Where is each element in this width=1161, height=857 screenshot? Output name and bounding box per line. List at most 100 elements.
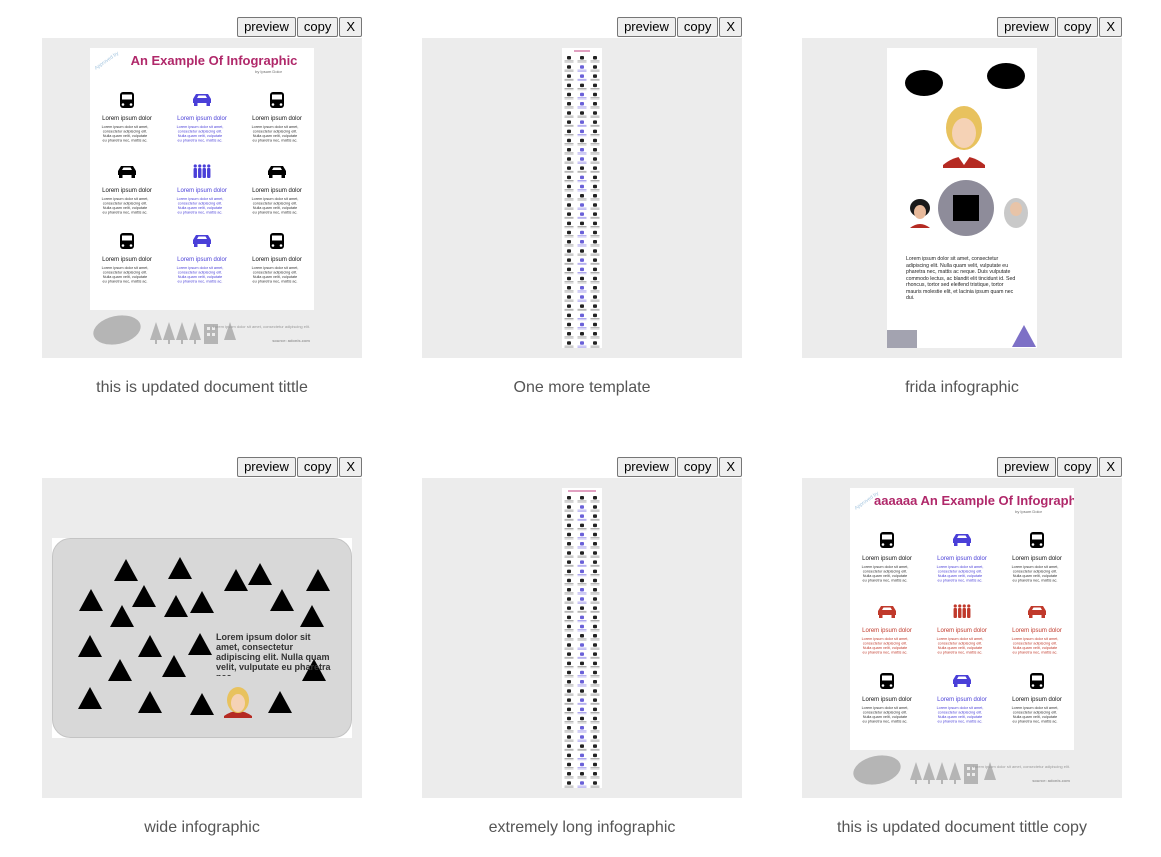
bus-item: Lorem ipsum dolor Lorem ipsum dolor sit a… [102, 92, 152, 143]
template-thumbnail[interactable] [422, 38, 742, 358]
infographic-heading: An Example Of Infographic [131, 53, 298, 68]
svg-text:Lorem ipsum dolor sit amet,: Lorem ipsum dolor sit amet, [177, 266, 224, 270]
close-button[interactable]: X [339, 457, 362, 477]
car-mini-icon [577, 643, 587, 650]
bus-mini-icon [590, 588, 600, 595]
car-mini-icon [577, 707, 587, 715]
car-mini-icon [577, 716, 587, 724]
people-item: Lorem ipsum dolor Lorem ipsum dolor sit a… [177, 164, 227, 215]
car-mini-icon [577, 258, 587, 265]
frida-portrait-icon [910, 199, 930, 228]
bus-mini-icon [564, 56, 574, 63]
bus-mini-icon [564, 772, 574, 779]
svg-text:Lorem ipsum dolor: Lorem ipsum dolor [177, 188, 227, 194]
svg-text:eu pharetra nec, mattis ac.: eu pharetra nec, mattis ac. [938, 651, 983, 655]
bus-mini-icon [590, 578, 600, 586]
bus-mini-icon [564, 698, 574, 705]
copy-button[interactable]: copy [296, 457, 339, 477]
copy-button[interactable]: copy [676, 17, 719, 37]
preview-button[interactable]: preview [237, 457, 296, 477]
svg-text:eu pharetra nec, mattis ac.: eu pharetra nec, mattis ac. [178, 139, 223, 143]
bus-mini-icon [564, 341, 574, 348]
bus-mini-icon [564, 551, 574, 558]
bus-mini-icon [590, 542, 600, 549]
close-button[interactable]: X [1099, 17, 1122, 37]
template-thumbnail[interactable]: Lorem ipsum dolor sit amet, consectetur … [42, 478, 362, 798]
svg-text:consectetur adipiscing elit.: consectetur adipiscing elit. [253, 202, 298, 206]
bus-mini-icon [590, 341, 600, 348]
copy-button[interactable]: copy [1056, 457, 1099, 477]
preview-button[interactable]: preview [617, 457, 676, 477]
preview-button[interactable]: preview [997, 17, 1056, 37]
bus-mini-icon [590, 56, 600, 63]
bus-mini-icon [590, 332, 600, 339]
close-button[interactable]: X [719, 457, 742, 477]
car-mini-icon [577, 781, 587, 788]
close-button[interactable]: X [1099, 457, 1122, 477]
car-mini-icon [577, 304, 587, 311]
svg-text:Lorem ipsum dolor: Lorem ipsum dolor [102, 257, 152, 263]
bus-mini-icon [564, 505, 574, 512]
bus-mini-icon [564, 267, 574, 275]
long-infographic-sheet [562, 48, 602, 348]
svg-text:consectetur adipiscing elit.: consectetur adipiscing elit. [863, 642, 908, 646]
bus-mini-icon [590, 560, 600, 567]
bus-mini-icon [590, 286, 600, 293]
svg-text:Lorem ipsum dolor sit amet,: Lorem ipsum dolor sit amet, [937, 637, 984, 641]
template-title: frida infographic [905, 379, 1019, 396]
bus-mini-icon [590, 295, 600, 302]
svg-text:eu pharetra nec, mattis ac.: eu pharetra nec, mattis ac. [863, 579, 908, 583]
template-thumbnail[interactable]: Lorem ipsum dolor sit amet, consectetur … [802, 38, 1122, 358]
svg-text:Lorem ipsum dolor: Lorem ipsum dolor [937, 628, 987, 634]
preview-button[interactable]: preview [997, 457, 1056, 477]
bus-mini-icon [590, 65, 600, 72]
bus-mini-icon [590, 102, 600, 109]
bus-mini-icon [590, 753, 600, 761]
bus-mini-icon [564, 322, 574, 330]
wide-body-text: Lorem ipsum dolor sit amet, consectetur … [216, 632, 331, 676]
bus-mini-icon [590, 569, 600, 577]
svg-text:Nulla quam velit, vulputate: Nulla quam velit, vulputate [863, 715, 908, 719]
preview-button[interactable]: preview [237, 17, 296, 37]
bus-mini-icon [564, 83, 574, 91]
wide-sheet: Lorem ipsum dolor sit amet, consectetur … [52, 538, 352, 738]
bus-mini-icon [564, 276, 574, 284]
svg-text:consectetur adipiscing elit.: consectetur adipiscing elit. [103, 202, 148, 206]
infographic-byline: by Ipsum Dolor [255, 69, 283, 74]
svg-text:eu pharetra nec, mattis ac.: eu pharetra nec, mattis ac. [938, 720, 983, 724]
svg-text:eu pharetra nec, mattis ac.: eu pharetra nec, mattis ac. [863, 720, 908, 724]
bus-mini-icon [590, 726, 600, 733]
car-mini-icon [577, 551, 587, 558]
copy-button[interactable]: copy [1056, 17, 1099, 37]
preview-button[interactable]: preview [617, 17, 676, 37]
car-item: Lorem ipsum dolor Lorem ipsum dolor sit a… [177, 94, 227, 143]
car-item: Lorem ipsum dolor Lorem ipsum dolor sit a… [937, 534, 987, 583]
close-button[interactable]: X [339, 17, 362, 37]
bus-mini-icon [590, 203, 600, 210]
car-mini-icon [577, 634, 587, 641]
car-mini-icon [577, 670, 587, 678]
bus-mini-icon [590, 606, 600, 613]
bus-mini-icon [590, 762, 600, 770]
bus-mini-icon [564, 652, 574, 659]
svg-text:Nulla quam velit, vulputate: Nulla quam velit, vulputate [253, 206, 298, 210]
bus-mini-icon [590, 772, 600, 779]
bus-mini-icon [590, 166, 600, 173]
car-mini-icon [577, 661, 587, 669]
close-button[interactable]: X [719, 17, 742, 37]
car-mini-icon [577, 194, 587, 201]
template-thumbnail[interactable]: Approved by aaaaaa An Example Of Infogra… [802, 478, 1122, 798]
svg-text:consectetur adipiscing elit.: consectetur adipiscing elit. [103, 271, 148, 275]
bus-mini-icon [564, 313, 574, 321]
bus-mini-icon [564, 332, 574, 339]
bus-mini-icon [590, 735, 600, 742]
svg-text:eu pharetra nec, mattis ac.: eu pharetra nec, mattis ac. [178, 211, 223, 215]
bus-mini-icon [590, 129, 600, 137]
bus-mini-icon [564, 606, 574, 613]
copy-button[interactable]: copy [676, 457, 719, 477]
template-thumbnail[interactable]: Approved by An Example Of Infographic by… [42, 38, 362, 358]
car-mini-icon [577, 92, 587, 100]
template-thumbnail[interactable] [422, 478, 742, 798]
car-mini-icon [577, 203, 587, 210]
copy-button[interactable]: copy [296, 17, 339, 37]
